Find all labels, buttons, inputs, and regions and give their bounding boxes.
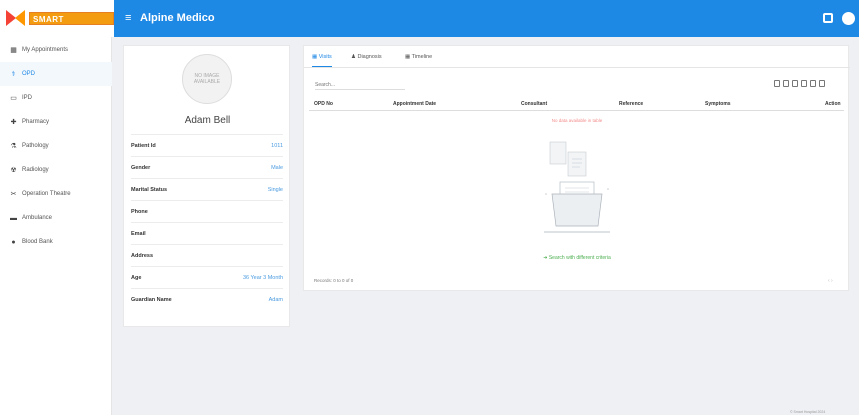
- info-label: Patient Id: [131, 142, 156, 149]
- copy-icon[interactable]: [774, 80, 780, 87]
- excel-icon[interactable]: [783, 80, 789, 87]
- blood-drop-icon: ●: [11, 238, 16, 246]
- tab-label: Diagnosis: [357, 54, 382, 60]
- pagination[interactable]: ‹ ›: [828, 278, 833, 284]
- calendar-icon: ▦: [405, 54, 412, 60]
- info-row-address: Address: [131, 244, 283, 266]
- info-label: Gender: [131, 164, 151, 171]
- info-label: Phone: [131, 208, 148, 215]
- visits-panel: ▦ Visits ♟ Diagnosis ▦ Timeline OPD No A…: [303, 45, 850, 291]
- stethoscope-icon: ⚕: [11, 70, 16, 78]
- info-row-patient-id: Patient Id 1011: [131, 134, 283, 156]
- info-value: 36 Year 3 Month: [242, 274, 283, 281]
- top-header: SMART HOSPITAL ≡ Alpine Medico: [0, 0, 859, 37]
- info-row-phone: Phone: [131, 200, 283, 222]
- mortar-icon: ✚: [10, 118, 17, 126]
- info-value: Single: [267, 186, 283, 193]
- sidebar-item-ipd[interactable]: ▭ IPD: [0, 86, 112, 110]
- info-row-guardian-name: Guardian Name Adam: [131, 288, 283, 310]
- column-header[interactable]: Action: [825, 101, 841, 107]
- avatar: NO IMAGE AVAILABLE: [182, 54, 232, 104]
- records-info: Records: 0 to 0 of 0: [314, 278, 354, 283]
- pdf-icon[interactable]: [801, 80, 807, 87]
- menu-toggle-icon[interactable]: ≡: [125, 10, 131, 27]
- print-icon[interactable]: [810, 80, 816, 87]
- user-avatar-icon[interactable]: [842, 12, 855, 25]
- patient-profile-card: NO IMAGE AVAILABLE Adam Bell Patient Id …: [123, 45, 290, 327]
- search-input[interactable]: [315, 80, 405, 90]
- sidebar-item-operation-theatre[interactable]: ✂ Operation Theatre: [0, 182, 112, 206]
- info-value: Male: [271, 164, 283, 171]
- logo-text: SMART HOSPITAL: [29, 12, 114, 35]
- calendar-icon: ▦: [312, 54, 319, 60]
- tab-label: Timeline: [411, 54, 433, 60]
- scissors-icon: ✂: [10, 190, 17, 198]
- info-value: Adam: [268, 296, 283, 303]
- sidebar-item-my-appointments[interactable]: ▦ My Appointments: [0, 38, 112, 62]
- ambulance-icon: ▬: [10, 214, 17, 222]
- empty-folder-illustration: [544, 141, 610, 233]
- info-label: Email: [131, 230, 146, 237]
- sidebar-item-label: Pharmacy: [22, 119, 50, 125]
- search-hint: ➜ Search with different criteria: [304, 255, 850, 261]
- columns-icon[interactable]: [819, 80, 825, 87]
- empty-table-note: No data available in table: [551, 118, 603, 123]
- sidebar-item-label: Pathology: [22, 143, 49, 149]
- sidebar-item-pharmacy[interactable]: ✚ Pharmacy: [0, 110, 112, 134]
- info-row-email: Email: [131, 222, 283, 244]
- info-row-age: Age 36 Year 3 Month: [131, 266, 283, 288]
- sidebar-item-label: Ambulance: [22, 215, 53, 221]
- panel-tabs: ▦ Visits ♟ Diagnosis ▦ Timeline: [304, 46, 850, 68]
- info-value: 1011: [271, 142, 283, 149]
- table-toolbar: [774, 80, 825, 87]
- tab-visits[interactable]: ▦ Visits: [312, 53, 332, 67]
- tab-timeline[interactable]: ▦ Timeline: [405, 53, 432, 61]
- footer-text: © Smart Hospital 2024: [790, 410, 826, 414]
- building-icon: ▦: [10, 46, 17, 54]
- sidebar-item-blood-bank[interactable]: ● Blood Bank: [0, 230, 112, 254]
- info-label: Marital Status: [131, 186, 168, 193]
- column-header[interactable]: OPD No: [314, 101, 333, 107]
- sidebar-item-label: OPD: [22, 71, 36, 77]
- sidebar: ▦ My Appointments ⚕ OPD ▭ IPD ✚ Pharmacy…: [0, 37, 112, 415]
- sidebar-item-label: My Appointments: [22, 47, 69, 53]
- microscope-icon: ☢: [10, 166, 17, 174]
- sidebar-item-label: Radiology: [22, 167, 49, 173]
- hospital-name: Alpine Medico: [140, 12, 215, 24]
- csv-icon[interactable]: [792, 80, 798, 87]
- sidebar-item-label: IPD: [22, 95, 33, 101]
- avatar-placeholder-text: NO IMAGE AVAILABLE: [193, 73, 221, 85]
- column-header[interactable]: Consultant: [521, 101, 547, 107]
- tab-diagnosis[interactable]: ♟ Diagnosis: [351, 53, 382, 61]
- sidebar-item-label: Operation Theatre: [22, 191, 71, 197]
- info-label: Guardian Name: [131, 296, 172, 303]
- info-label: Address: [131, 252, 154, 259]
- column-header[interactable]: Symptoms: [705, 101, 731, 107]
- calendar-icon[interactable]: [823, 13, 833, 23]
- info-row-gender: Gender Male: [131, 156, 283, 178]
- column-header[interactable]: Appointment Date: [393, 101, 436, 107]
- patient-name: Adam Bell: [184, 115, 231, 126]
- tab-label: Visits: [318, 54, 332, 60]
- sidebar-item-opd[interactable]: ⚕ OPD: [0, 62, 112, 86]
- main-content: NO IMAGE AVAILABLE Adam Bell Patient Id …: [113, 37, 859, 415]
- flask-icon: ⚗: [10, 142, 17, 150]
- logo-mark-icon: [6, 10, 26, 27]
- sidebar-item-radiology[interactable]: ☢ Radiology: [0, 158, 112, 182]
- info-label: Age: [131, 274, 142, 281]
- sidebar-item-pathology[interactable]: ⚗ Pathology: [0, 134, 112, 158]
- table-header: OPD No Appointment Date Consultant Refer…: [309, 97, 844, 111]
- sidebar-item-label: Blood Bank: [22, 239, 53, 245]
- column-header[interactable]: Reference: [619, 101, 643, 107]
- bed-icon: ▭: [10, 94, 17, 102]
- logo[interactable]: SMART HOSPITAL: [0, 0, 114, 37]
- search-hint-text: Search with different criteria: [548, 255, 611, 261]
- info-row-marital-status: Marital Status Single: [131, 178, 283, 200]
- sidebar-item-ambulance[interactable]: ▬ Ambulance: [0, 206, 112, 230]
